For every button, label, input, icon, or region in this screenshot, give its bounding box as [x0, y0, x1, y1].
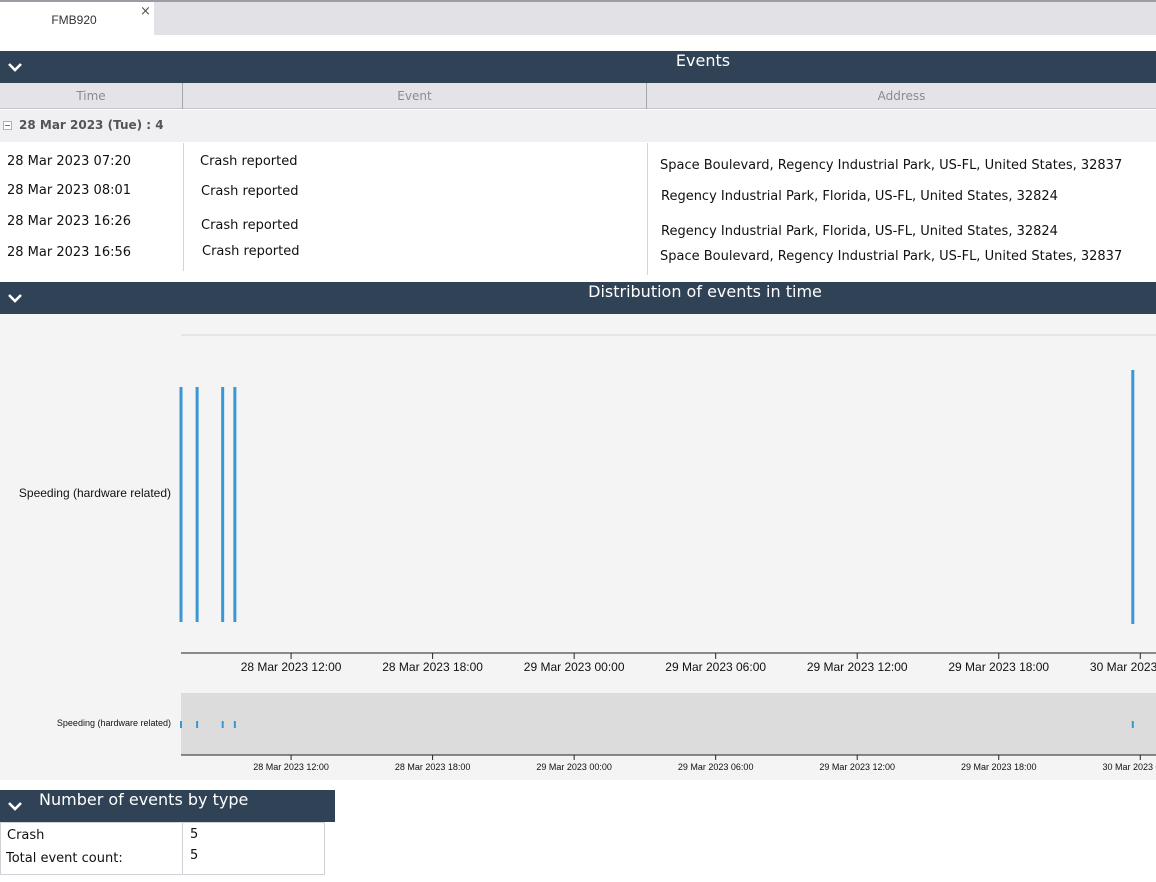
- event-address: Space Boulevard, Regency Industrial Park…: [660, 158, 1123, 173]
- tab-label: FMB920: [51, 13, 97, 27]
- event-mark[interactable]: [195, 387, 199, 622]
- event-type: Crash reported: [202, 244, 300, 259]
- event-mark[interactable]: [1131, 370, 1135, 624]
- close-icon[interactable]: ×: [140, 5, 151, 18]
- event-address: Space Boulevard, Regency Industrial Park…: [660, 249, 1123, 264]
- counts-divider: [182, 822, 183, 875]
- x-tick-label: 29 Mar 2023 12:00: [807, 660, 908, 674]
- overview-event-mark: [233, 721, 236, 728]
- event-time: 28 Mar 2023 16:26: [7, 214, 132, 229]
- event-time: 28 Mar 2023 08:01: [7, 183, 132, 198]
- x-tick-label: 29 Mar 2023 18:00: [948, 660, 1049, 674]
- event-mark[interactable]: [179, 387, 183, 622]
- event-time: 28 Mar 2023 16:56: [7, 245, 132, 260]
- chevron-down-icon[interactable]: [7, 798, 23, 814]
- event-mark[interactable]: [221, 387, 225, 622]
- event-mark[interactable]: [233, 387, 237, 622]
- overview-band: [181, 693, 1156, 755]
- overview-event-mark: [221, 721, 224, 728]
- event-timeline-chart[interactable]: Speeding (hardware related) 28 Mar 2023 …: [0, 314, 1156, 780]
- count-label-total: Total event count:: [6, 851, 123, 866]
- overview-event-mark: [180, 721, 182, 728]
- event-type: Crash reported: [200, 154, 298, 169]
- event-type: Crash reported: [201, 218, 299, 233]
- overview-x-tick-label: 29 Mar 2023 12:00: [819, 762, 895, 772]
- events-title: Events: [675, 51, 731, 70]
- group-row[interactable]: [0, 110, 1156, 142]
- counts-table: [0, 822, 325, 875]
- overview-category-label: Speeding (hardware related): [57, 718, 171, 728]
- overview-x-tick-label: 29 Mar 2023 18:00: [961, 762, 1037, 772]
- event-address: Regency Industrial Park, Florida, US-FL,…: [661, 189, 1058, 204]
- group-label: 28 Mar 2023 (Tue) : 4: [19, 118, 164, 132]
- overview-x-tick-label: 30 Mar 2023 00:00: [1102, 762, 1156, 772]
- distribution-title: Distribution of events in time: [588, 282, 822, 301]
- overview-event-mark: [1131, 721, 1134, 728]
- row-divider: [183, 143, 184, 271]
- column-header-address[interactable]: Address: [647, 83, 1156, 109]
- category-label: Speeding (hardware related): [19, 486, 171, 500]
- counts-section-header[interactable]: Number of events by type: [0, 790, 335, 822]
- event-time: 28 Mar 2023 07:20: [7, 154, 132, 169]
- x-tick-label: 28 Mar 2023 18:00: [382, 660, 483, 674]
- column-header-time[interactable]: Time: [0, 83, 182, 109]
- overview-x-tick-label: 28 Mar 2023 18:00: [395, 762, 471, 772]
- count-value-crash: 5: [190, 827, 199, 842]
- x-tick-label: 29 Mar 2023 06:00: [665, 660, 766, 674]
- column-divider[interactable]: [182, 83, 183, 109]
- overview-event-mark: [196, 721, 199, 728]
- overview-x-tick-label: 29 Mar 2023 00:00: [536, 762, 612, 772]
- x-tick-label: 28 Mar 2023 12:00: [241, 660, 342, 674]
- minus-box-icon[interactable]: [3, 121, 12, 130]
- overview-x-tick-label: 29 Mar 2023 06:00: [678, 762, 754, 772]
- counts-title: Number of events by type: [39, 790, 249, 809]
- count-label-crash: Crash: [7, 828, 45, 843]
- event-type: Crash reported: [201, 184, 299, 199]
- tab-fmb920[interactable]: FMB920 ×: [0, 2, 154, 35]
- x-tick-label: 29 Mar 2023 00:00: [524, 660, 625, 674]
- count-value-total: 5: [190, 848, 199, 863]
- column-header-event[interactable]: Event: [183, 83, 646, 109]
- overview-x-tick-label: 28 Mar 2023 12:00: [253, 762, 329, 772]
- tab-bar: [0, 0, 1156, 35]
- x-tick-label: 30 Mar 2023 00:00: [1090, 660, 1156, 674]
- events-section-header[interactable]: Events: [0, 51, 1156, 83]
- event-address: Regency Industrial Park, Florida, US-FL,…: [661, 224, 1058, 239]
- row-divider: [647, 143, 648, 275]
- column-divider[interactable]: [646, 83, 647, 109]
- distribution-section-header[interactable]: Distribution of events in time: [0, 282, 1156, 314]
